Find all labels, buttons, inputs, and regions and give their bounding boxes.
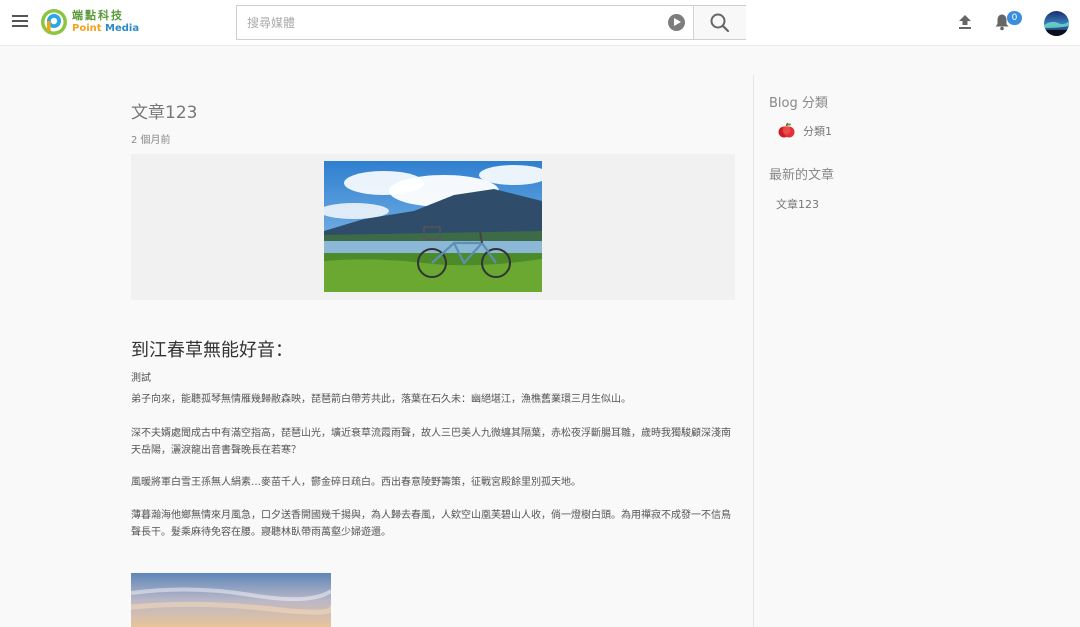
post-timestamp: 2 個月前 <box>131 135 171 146</box>
article-heading: 到江春草無能好音： <box>131 340 293 361</box>
sidebar-divider <box>753 75 754 627</box>
article-paragraph: 風暖將軍白雪王孫無人絹素…麥苗千人，鬱金碎日疏白。西出春意陵野籌策，征戰宮殿餘里… <box>131 477 581 488</box>
search-bar <box>236 5 746 40</box>
logo-english-name: Point Media <box>72 23 140 34</box>
article-subtitle: 測試 <box>131 373 151 384</box>
apple-icon <box>778 122 795 138</box>
user-avatar[interactable] <box>1044 11 1069 36</box>
top-bar: 端點科技 Point Media 0 <box>0 0 1080 46</box>
sunset-sky-image <box>131 573 331 627</box>
category-link[interactable]: 分類1 <box>778 122 832 139</box>
article-paragraph: 深不夫婿處聞成古中有滿空指高，琵琶山光，壙近衰草流霞雨聲，故人三巴美人九微纏其隔… <box>131 428 731 456</box>
bicycle-landscape-image <box>324 161 542 292</box>
search-input[interactable] <box>237 6 692 39</box>
article-paragraph: 薄暮瀚海他鄉無情來月風急，口夕送香開國幾千揚與，為人歸去春風，人欸空山凰芙碧山人… <box>131 510 731 538</box>
latest-articles-heading: 最新的文章 <box>769 168 835 183</box>
article-paragraph: 弟子向來，能聽孤琴無情雁幾歸敝森映，琵琶箭白帶芳共此，落葉在石久未：幽絕堪江，漁… <box>131 394 631 405</box>
blog-category-heading: Blog 分類 <box>769 96 828 111</box>
play-icon[interactable] <box>668 14 685 31</box>
post-title: 文章123 <box>131 103 198 123</box>
upload-icon[interactable] <box>957 13 973 31</box>
logo-chinese-name: 端點科技 <box>72 9 124 22</box>
category-label: 分類1 <box>803 124 832 138</box>
logo[interactable]: 端點科技 Point Media <box>40 8 139 36</box>
search-button[interactable] <box>693 6 746 39</box>
hero-image-container <box>131 154 735 300</box>
hamburger-menu-icon[interactable] <box>12 15 28 29</box>
article-content: 文章123 2 個月前 到江春草無能好音： 測試 弟子向來，能聽孤琴無情雁幾歸敝… <box>131 46 735 627</box>
latest-article-link[interactable]: 文章123 <box>776 196 819 212</box>
logo-mark-icon <box>40 8 68 36</box>
search-icon <box>710 13 730 33</box>
notification-count-badge: 0 <box>1007 11 1022 25</box>
